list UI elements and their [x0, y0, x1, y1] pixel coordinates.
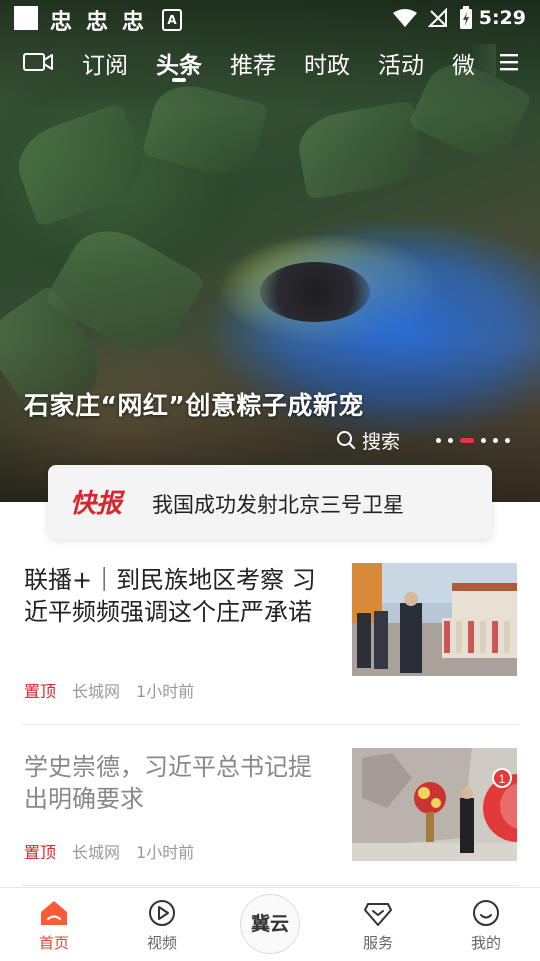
news-meta: 置顶 长城网 1小时前: [24, 678, 194, 702]
news-meta: 置顶 长城网 1小时前: [24, 839, 194, 863]
a-badge-icon: A: [162, 9, 182, 31]
tab-overflow-fade: [470, 44, 496, 84]
tab-home-label: 首页: [38, 934, 69, 952]
pinned-badge: 置顶: [24, 682, 57, 701]
tab-profile-label: 我的: [470, 934, 501, 952]
tab-recommend[interactable]: 推荐: [230, 46, 276, 80]
search-label: 搜索: [362, 430, 401, 453]
news-title[interactable]: 学史崇德，习近平总书记提出明确要求: [24, 751, 334, 815]
news-source: 长城网: [72, 843, 121, 862]
news-thumbnail[interactable]: 1: [352, 748, 517, 861]
tab-video[interactable]: 视频: [130, 898, 194, 953]
list-divider: [22, 724, 518, 725]
hero-image-leaf: [8, 102, 152, 228]
news-source: 长城网: [72, 682, 121, 701]
tab-services[interactable]: 服务: [346, 898, 410, 953]
tab-subscribe[interactable]: 订阅: [82, 46, 128, 80]
carousel-dot: [505, 437, 510, 443]
no-signal-icon: [428, 8, 447, 27]
tab-active-indicator: [172, 78, 186, 82]
flash-news-text[interactable]: 我国成功发射北京三号卫星: [152, 489, 404, 519]
flash-news-tag: 快报: [70, 489, 123, 519]
list-divider: [22, 885, 518, 886]
search-button[interactable]: 搜索: [336, 426, 400, 454]
carousel-dot: [481, 437, 486, 443]
tab-home[interactable]: 首页: [22, 898, 86, 953]
carousel-indicator: [436, 436, 510, 444]
menu-icon[interactable]: [498, 52, 520, 72]
notification-square-icon: [14, 6, 38, 30]
flash-news-bar[interactable]: 快报 我国成功发射北京三号卫星: [48, 465, 492, 539]
battery-charging-icon: [460, 6, 472, 29]
wifi-icon: [393, 9, 417, 27]
news-time: 1小时前: [136, 682, 195, 701]
carousel-dot: [436, 437, 441, 443]
news-time: 1小时前: [136, 843, 195, 862]
play-circle-icon: [149, 900, 175, 926]
news-title[interactable]: 联播+｜到民族地区考察 习近平频频强调这个庄严承诺: [24, 564, 334, 628]
search-icon: [337, 431, 356, 450]
tab-profile[interactable]: 我的: [454, 898, 518, 953]
center-logo-button[interactable]: 冀云: [240, 894, 300, 954]
tab-services-label: 服务: [362, 934, 393, 952]
news-thumbnail-image: [352, 563, 517, 676]
pinned-badge: 置顶: [24, 843, 57, 862]
tab-headlines[interactable]: 头条: [156, 46, 202, 80]
top-nav: 订阅 头条 推荐 时政 活动 微: [0, 44, 540, 84]
app-notification-icon: 忠: [122, 10, 145, 35]
status-bar: 忠 忠 忠 A 5:29: [0, 0, 540, 36]
tab-video-label: 视频: [146, 934, 177, 952]
carousel-dot-active: [460, 437, 474, 443]
carousel-dot: [493, 437, 498, 443]
news-thumbnail-image: 1: [352, 748, 517, 861]
hero-headline[interactable]: 石家庄“网红”创意粽子成新宠: [24, 386, 364, 422]
news-thumbnail[interactable]: [352, 563, 517, 676]
bottom-tab-bar: 首页 视频 冀云 服务 我的: [0, 887, 540, 961]
video-camera-icon[interactable]: [22, 50, 54, 74]
smiley-icon: [473, 900, 499, 926]
home-icon: [41, 901, 67, 925]
hero-image-tea: [260, 262, 370, 322]
hero-image-leaf: [293, 100, 427, 200]
tab-activity[interactable]: 活动: [378, 46, 424, 80]
tab-politics[interactable]: 时政: [304, 46, 350, 80]
thumbnail-badge-count: 1: [499, 772, 506, 786]
app-notification-icon: 忠: [50, 10, 73, 35]
app-notification-icon: 忠: [86, 10, 109, 35]
diamond-icon: [364, 903, 392, 926]
carousel-dot: [448, 437, 453, 443]
status-time: 5:29: [478, 7, 526, 29]
